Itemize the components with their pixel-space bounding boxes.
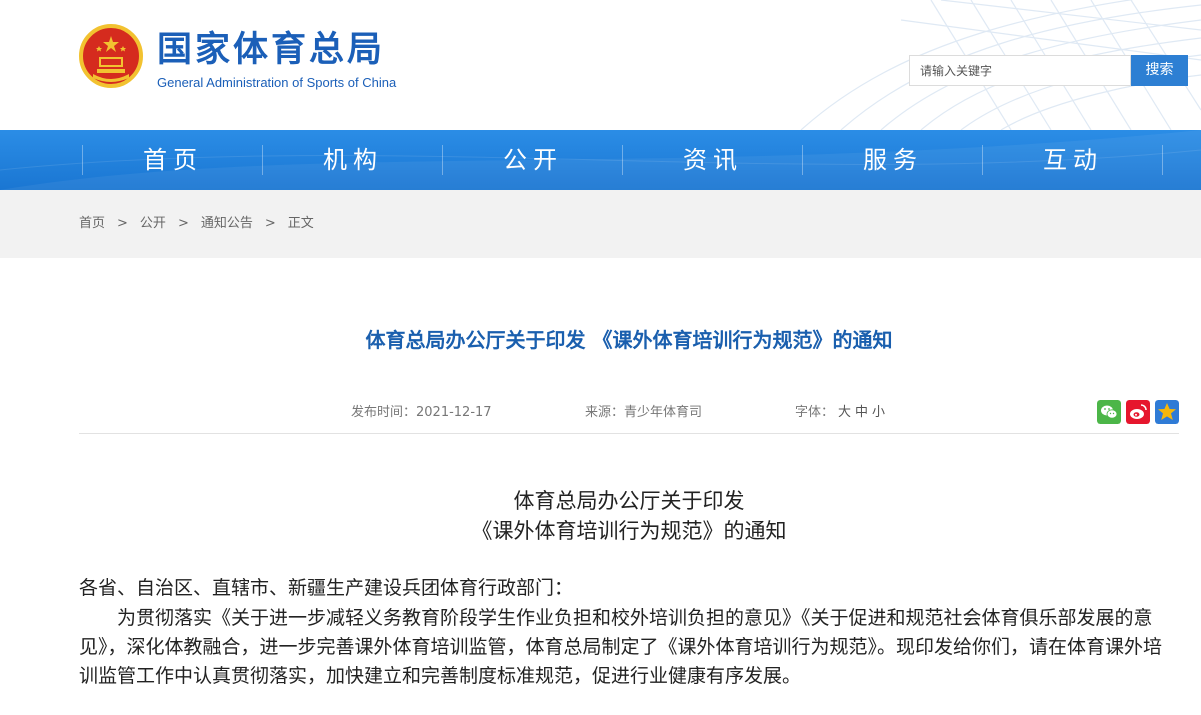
nav-item-public[interactable]: 公开 xyxy=(443,130,623,190)
search-input[interactable] xyxy=(909,55,1131,86)
article-paragraph: 为贯彻落实《关于进一步减轻义务教育阶段学生作业负担和校外培训负担的意见》《关于促… xyxy=(79,607,1163,687)
source-label: 来源： xyxy=(585,405,625,420)
meta-divider xyxy=(79,433,1179,434)
font-size-label: 字体： xyxy=(795,405,835,420)
wechat-icon[interactable] xyxy=(1097,400,1121,424)
article-salutation: 各省、自治区、直辖市、新疆生产建设兵团体育行政部门： xyxy=(79,577,574,599)
qzone-icon[interactable] xyxy=(1155,400,1179,424)
article-title: 体育总局办公厅关于印发 《课外体育培训行为规范》的通知 xyxy=(365,328,893,352)
weibo-icon[interactable] xyxy=(1126,400,1150,424)
nav-item-services[interactable]: 服务 xyxy=(803,130,983,190)
search-button[interactable]: 搜索 xyxy=(1131,55,1188,86)
breadcrumb-separator: > xyxy=(177,216,189,231)
document-heading-line-1: 体育总局办公厅关于印发 xyxy=(513,489,745,513)
breadcrumb-public[interactable]: 公开 xyxy=(140,190,166,258)
document-heading-line-2: 《课外体育培训行为规范》的通知 xyxy=(471,519,787,543)
site-title[interactable]: 国家体育总局 xyxy=(157,30,385,70)
breadcrumb: 首页 > 公开 > 通知公告 > 正文 xyxy=(79,190,314,258)
font-size-small-button[interactable]: 小 xyxy=(872,405,885,420)
nav-item-interaction[interactable]: 互动 xyxy=(983,130,1163,190)
font-size-medium-button[interactable]: 中 xyxy=(855,405,868,420)
publish-date-value: 2021-12-17 xyxy=(416,405,492,420)
breadcrumb-separator: > xyxy=(117,216,128,231)
source-value: 青少年体育司 xyxy=(624,405,703,420)
publish-date-label: 发布时间： xyxy=(351,405,417,420)
font-size-control: 字体：大中小 xyxy=(795,402,885,424)
breadcrumb-home[interactable]: 首页 xyxy=(79,190,105,258)
article-source: 来源：青少年体育司 xyxy=(585,402,702,424)
breadcrumb-separator: > xyxy=(264,216,276,231)
breadcrumb-notices[interactable]: 通知公告 xyxy=(201,190,253,258)
site-header: 国家体育总局 General Administration of Sports … xyxy=(0,0,1201,130)
breadcrumb-current: 正文 xyxy=(287,216,314,231)
nav-item-organization[interactable]: 机构 xyxy=(263,130,443,190)
national-emblem-icon xyxy=(79,24,143,88)
breadcrumb-bar: 首页 > 公开 > 通知公告 > 正文 xyxy=(0,190,1201,258)
nav-item-home[interactable]: 首页 xyxy=(83,130,263,190)
font-size-large-button[interactable]: 大 xyxy=(838,405,851,420)
site-subtitle: General Administration of Sports of Chin… xyxy=(157,75,397,90)
nav-separator xyxy=(1162,145,1163,175)
nav-item-news[interactable]: 资讯 xyxy=(623,130,803,190)
main-nav: 首页 机构 公开 资讯 服务 互动 xyxy=(0,130,1201,190)
publish-date: 发布时间：2021-12-17 xyxy=(351,402,492,424)
